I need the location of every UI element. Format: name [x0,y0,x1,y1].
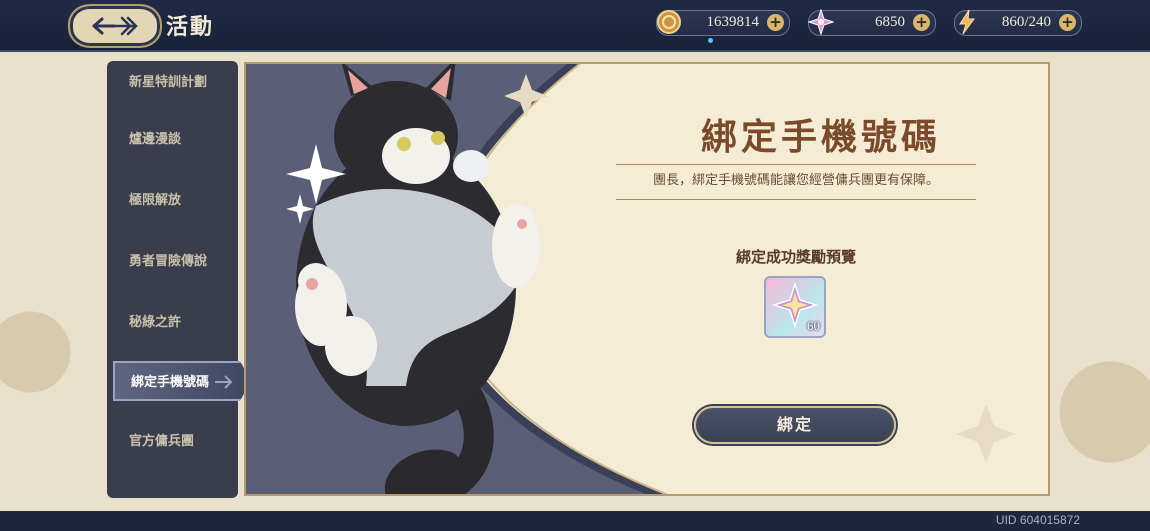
add-gold-button[interactable]: + [767,14,784,31]
sidebar-item-bind-phone[interactable]: 綁定手機號碼 [113,361,251,401]
sidebar-item-official-guild[interactable]: 官方傭兵團 [107,420,238,464]
panel-headline: 綁定手機號碼 [700,116,941,158]
arrow-right-icon [215,375,233,389]
reward-count: 60 [807,318,820,333]
bottom-bar: UID 604015872 [0,511,1150,531]
cat-holding-fish-illustration [295,64,540,494]
back-button[interactable] [68,4,162,48]
stamina-value: 860/240 [1001,14,1051,30]
sidebar-item-limit-break[interactable]: 極限解放 [107,179,238,223]
stamina-resource: 860/240 + [953,8,1082,36]
crystal-resource: 6850 + [807,8,936,36]
subline-frame: 團長，綁定手機號碼能讓您經營傭兵團更有保障。 [616,164,976,200]
reward-preview-title: 綁定成功獎勵預覽 [735,248,856,266]
bind-button[interactable]: 綁定 [694,406,896,444]
notification-dot [708,38,713,43]
sparkle-icon [286,144,346,224]
sidebar-item-label: 綁定手機號碼 [131,375,210,390]
crystal-icon [807,8,835,36]
add-stamina-button[interactable]: + [1059,14,1076,31]
reward-item[interactable]: 60 [764,276,826,338]
add-crystal-button[interactable]: + [913,14,930,31]
bind-phone-panel: 綁定手機號碼 團長，綁定手機號碼能讓您經營傭兵團更有保障。 綁定成功獎勵預覽 6… [244,62,1050,496]
back-arrow-icon [92,16,138,36]
panel-subline: 團長，綁定手機號碼能讓您經營傭兵團更有保障。 [652,173,939,188]
activity-sidebar: 新星特訓計劃 爐邊漫談 極限解放 勇者冒險傳說 秘綠之許 綁定手機號碼 官方傭兵… [107,61,251,498]
crystal-value: 6850 [875,14,905,30]
sidebar-item-fireside[interactable]: 爐邊漫談 [107,118,238,162]
gold-resource: 1639814 + [656,10,790,36]
gold-coin-icon [655,8,683,36]
sidebar-item-secret[interactable]: 秘綠之許 [107,301,238,345]
sidebar-item-newstar[interactable]: 新星特訓計劃 [107,61,238,105]
user-id: UID 604015872 [995,513,1080,527]
sidebar-item-hero-legend[interactable]: 勇者冒險傳說 [107,240,238,284]
lightning-icon [953,8,981,36]
page-title: 活動 [166,14,215,40]
top-bar: 活動 1639814 + 6850 + 860/240 + [0,0,1150,52]
gold-value: 1639814 [706,14,760,30]
